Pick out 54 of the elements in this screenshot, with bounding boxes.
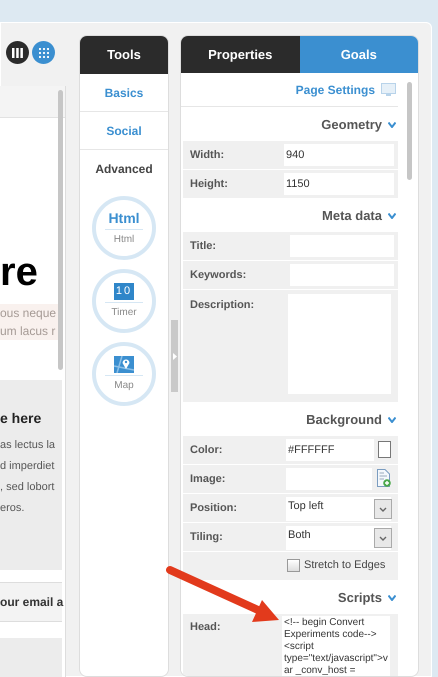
caret-icon (388, 595, 396, 601)
section-header[interactable]: Geometry (181, 107, 398, 141)
timer-digits-icon: 10 (114, 282, 134, 300)
dropdown-caret-icon (374, 499, 392, 519)
email-label: our email a (0, 594, 64, 611)
field-label: Head: (190, 620, 222, 635)
box-text-line: , sed lobort (0, 480, 56, 495)
section-header[interactable]: Background (181, 402, 398, 436)
widget-label: Html (114, 232, 134, 246)
caret-icon (388, 417, 396, 423)
field-label: Keywords: (190, 268, 248, 283)
color-swatch[interactable] (378, 441, 391, 458)
dropdown-caret-icon (374, 528, 392, 548)
collapse-arrow-icon (172, 352, 176, 360)
add-file-icon[interactable] (377, 469, 391, 487)
field-label: Width: (190, 148, 226, 163)
caret-icon (388, 213, 396, 219)
tools-category-tab[interactable]: Advanced (80, 150, 168, 188)
tools-tab[interactable]: Tools (80, 36, 168, 74)
html-glyph: Html (108, 210, 140, 226)
field-label: Position: (190, 501, 238, 516)
field-label: Title: (190, 239, 218, 254)
field-label: Color: (190, 443, 224, 458)
select-dropdown[interactable]: Top left (286, 497, 391, 521)
intro-text-line: um lacus r (0, 323, 56, 340)
field-label: Tiling: (190, 530, 224, 545)
caret-icon (388, 122, 396, 128)
text-input-field[interactable]: 940 (284, 144, 394, 166)
widget-label: Map (114, 378, 134, 392)
map-pin-icon (114, 356, 134, 372)
widget-html-button[interactable]: Html Html (92, 196, 156, 260)
color-input-field[interactable]: #FFFFFF (286, 439, 374, 461)
widget-map-button[interactable]: Map (92, 342, 156, 406)
columns-icon (12, 48, 23, 58)
grid-icon (38, 48, 48, 58)
field-label: Description: (190, 298, 256, 313)
widget-label: Timer (111, 306, 137, 320)
text-input-field[interactable]: 1150 (284, 173, 394, 195)
field-label: Height: (190, 177, 229, 192)
canvas-heading: re (0, 252, 38, 292)
field-label: Image: (190, 472, 226, 487)
box-text-line: as lectus la (0, 438, 56, 453)
select-dropdown[interactable]: Both (286, 526, 391, 550)
widget-timer-button[interactable]: 10 Timer (92, 269, 156, 333)
box-title: e here (0, 409, 42, 428)
section-header[interactable]: Meta data (181, 198, 398, 232)
section-header[interactable]: Scripts (181, 580, 398, 614)
intro-text-line: ous neque (0, 305, 58, 322)
box-text-line: d imperdiet (0, 459, 56, 474)
box-text-line: eros. (0, 501, 26, 516)
panel-tab[interactable]: Properties (181, 36, 300, 73)
script-code-field[interactable]: <!-- begin Convert Experiments code--><script type="text/javascript">var _conv_host = (282, 616, 390, 676)
monitor-icon (381, 83, 396, 96)
collapse-handle[interactable] (171, 320, 178, 392)
